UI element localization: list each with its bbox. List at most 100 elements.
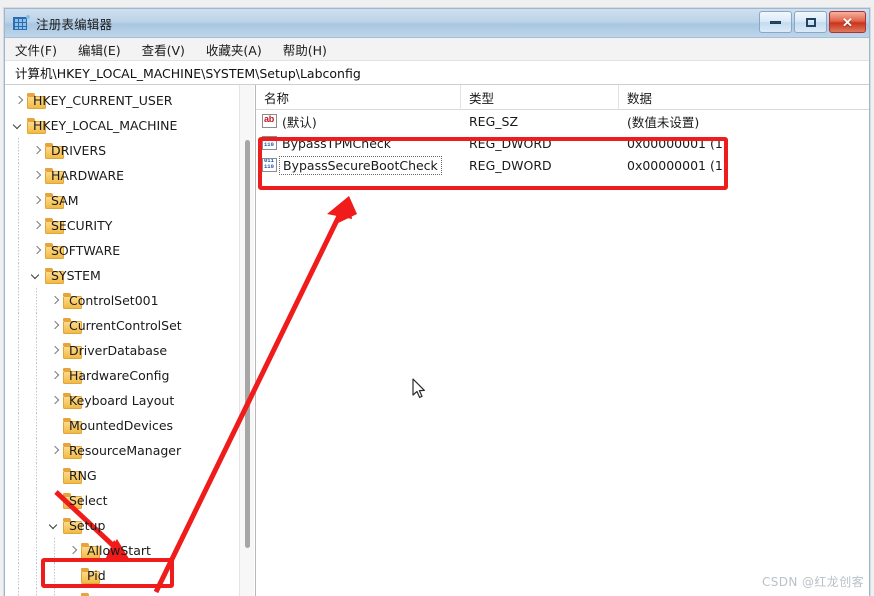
chevron-right-icon[interactable]: [11, 93, 27, 109]
tree-guide-line: [36, 313, 37, 338]
tree-node-software[interactable]: SOFTWARE: [5, 238, 255, 263]
tree-node-content: SOFTWARE: [45, 243, 120, 258]
tree-node-content: HKEY_CURRENT_USER: [27, 93, 172, 108]
tree-node-currentcontrolset[interactable]: CurrentControlSet: [5, 313, 255, 338]
tree-guide-line: [18, 388, 19, 413]
registry-tree-pane[interactable]: HKEY_CURRENT_USER HKEY_LOCAL_MACHINE DRIVE…: [5, 85, 256, 596]
chevron-right-icon[interactable]: [47, 343, 63, 359]
chevron-right-icon[interactable]: [47, 443, 63, 459]
minimize-button[interactable]: [759, 11, 792, 33]
tree-node-system[interactable]: SYSTEM: [5, 263, 255, 288]
tree-node-driverdatabase[interactable]: DriverDatabase: [5, 338, 255, 363]
column-header-name[interactable]: 名称: [256, 85, 461, 110]
chevron-down-icon[interactable]: [11, 118, 27, 134]
chevron-right-icon[interactable]: [47, 293, 63, 309]
tree-guide-line: [18, 563, 19, 588]
tree-guide-line: [18, 438, 19, 463]
menu-item-help[interactable]: 帮助(H): [283, 40, 327, 59]
tree-guide-line: [18, 313, 19, 338]
menu-item-file[interactable]: 文件(F): [15, 40, 57, 59]
labconfig-highlight-box: [41, 558, 174, 588]
tree-guide-line: [18, 413, 19, 438]
tree-node-label: SAM: [51, 193, 79, 208]
menu-item-favorites[interactable]: 收藏夹(A): [206, 40, 262, 59]
column-header-type[interactable]: 类型: [461, 85, 619, 110]
value-name: (默认): [282, 114, 317, 130]
chevron-right-icon[interactable]: [29, 168, 45, 184]
chevron-down-icon[interactable]: [47, 518, 63, 534]
mouse-cursor: [412, 378, 425, 398]
tree-scrollbar-thumb[interactable]: [245, 140, 250, 548]
chevron-right-icon[interactable]: [65, 543, 81, 559]
tree-node-label: DRIVERS: [51, 143, 107, 158]
tree-node-label: SOFTWARE: [51, 243, 121, 258]
tree-node-content: SYSTEM: [45, 268, 101, 283]
tree-guide-line: [18, 338, 19, 363]
chevron-right-icon[interactable]: [29, 143, 45, 159]
tree-node-hardwareconfig[interactable]: HardwareConfig: [5, 363, 255, 388]
tree-node-label: HKEY_CURRENT_USER: [33, 93, 173, 108]
tree-node-mounteddevices[interactable]: MountedDevices: [5, 413, 255, 438]
tree-guide-line: [18, 163, 19, 188]
tree-node-controlset001[interactable]: ControlSet001: [5, 288, 255, 313]
tree-guide-line: [36, 438, 37, 463]
close-button[interactable]: ✕: [829, 11, 866, 33]
registry-editor-window: 注册表编辑器 ✕ 文件(F) 编辑(E) 查看(V) 收藏夹(A) 帮助(H): [4, 8, 870, 596]
chevron-down-icon[interactable]: [29, 268, 45, 284]
tree-guide-line: [36, 588, 37, 596]
tree-guide-line: [36, 363, 37, 388]
tree-guide-line: [18, 288, 19, 313]
tree-guide-line: [18, 263, 19, 288]
tree-node-security[interactable]: SECURITY: [5, 213, 255, 238]
tree-guide-line: [36, 488, 37, 513]
tree-node-label: Select: [69, 493, 108, 508]
tree-node-content: DRIVERS: [45, 143, 106, 158]
table-row[interactable]: (默认) REG_SZ (数值未设置): [256, 110, 869, 132]
chevron-right-icon[interactable]: [29, 218, 45, 234]
maximize-icon: [805, 17, 816, 27]
menu-item-view[interactable]: 查看(V): [142, 40, 185, 59]
tree-node-label: RNG: [69, 468, 97, 483]
tree-node-rng[interactable]: RNG: [5, 463, 255, 488]
tree-node-label: ResourceManager: [69, 443, 182, 458]
menu-item-edit[interactable]: 编辑(E): [78, 40, 121, 59]
tree-node-hkey-local-machine[interactable]: HKEY_LOCAL_MACHINE: [5, 113, 255, 138]
chevron-right-icon[interactable]: [47, 368, 63, 384]
tree-node-hardware[interactable]: HARDWARE: [5, 163, 255, 188]
value-data-cell: (数值未设置): [627, 114, 700, 130]
tree-node-resourcemanager[interactable]: ResourceManager: [5, 438, 255, 463]
address-bar[interactable]: 计算机\HKEY_LOCAL_MACHINE\SYSTEM\Setup\Labc…: [5, 61, 869, 85]
tree-node-content: Keyboard Layout: [63, 393, 174, 408]
tree-node-label: MountedDevices: [69, 418, 174, 433]
tree-node-setupcl[interactable]: SETUPCL: [5, 588, 255, 596]
tree-node-content: MountedDevices: [63, 418, 173, 433]
close-icon: ✕: [842, 14, 853, 30]
tree-guide-line: [18, 238, 19, 263]
tree-guide-line: [18, 213, 19, 238]
chevron-right-icon[interactable]: [29, 243, 45, 259]
tree-node-content: RNG: [63, 468, 97, 483]
chevron-right-icon[interactable]: [47, 318, 63, 334]
tree-node-sam[interactable]: SAM: [5, 188, 255, 213]
chevron-right-icon[interactable]: [29, 193, 45, 209]
tree-node-hkey-current-user[interactable]: HKEY_CURRENT_USER: [5, 88, 255, 113]
menu-bar: 文件(F) 编辑(E) 查看(V) 收藏夹(A) 帮助(H): [5, 38, 869, 61]
maximize-button[interactable]: [794, 11, 827, 33]
tree-guide-line: [36, 513, 37, 538]
tree-guide-line: [36, 288, 37, 313]
tree-node-content: Select: [63, 493, 108, 508]
tree-guide-line: [18, 463, 19, 488]
tree-node-select[interactable]: Select: [5, 488, 255, 513]
column-header-data[interactable]: 数据: [619, 85, 869, 110]
tree-vertical-scrollbar[interactable]: [239, 85, 254, 596]
string-value-icon: [262, 114, 277, 128]
tree-node-keyboard-layout[interactable]: Keyboard Layout: [5, 388, 255, 413]
tree-node-content: HARDWARE: [45, 168, 124, 183]
chevron-right-icon[interactable]: [47, 393, 63, 409]
tree-node-drivers[interactable]: DRIVERS: [5, 138, 255, 163]
tree-node-content: SECURITY: [45, 218, 112, 233]
tree-node-setup[interactable]: Setup: [5, 513, 255, 538]
